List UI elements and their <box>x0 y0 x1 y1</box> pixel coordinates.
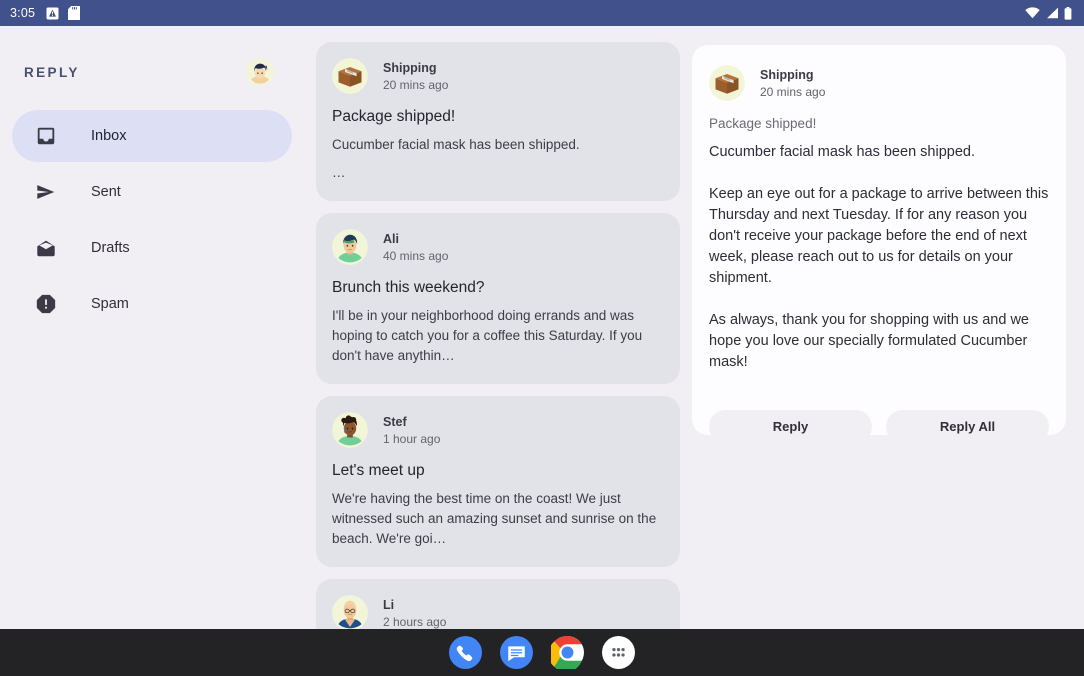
alert-icon <box>46 7 59 19</box>
email-timestamp: 2 hours ago <box>383 614 447 629</box>
email-timestamp: 1 hour ago <box>383 431 441 446</box>
email-header: Ali 40 mins ago <box>332 229 664 265</box>
email-preview: We're having the best time on the coast!… <box>332 491 657 546</box>
email-detail-subject: Package shipped! <box>709 116 817 131</box>
package-avatar <box>709 65 745 101</box>
status-bar-system-icons <box>1025 6 1076 20</box>
ali-avatar <box>332 229 368 265</box>
battery-icon <box>1064 6 1072 20</box>
reply-all-button[interactable]: Reply All <box>886 410 1049 443</box>
email-list-item[interactable]: Li 2 hours ago Road trip Thought we migh… <box>316 579 680 629</box>
app-brand-title: REPLY <box>24 64 80 80</box>
email-list[interactable]: Shipping 20 mins ago Package shipped! Cu… <box>304 26 692 629</box>
email-sender: Stef <box>383 414 407 429</box>
sidebar-item-spam[interactable]: Spam <box>12 278 292 330</box>
sidebar-item-label: Inbox <box>91 128 127 144</box>
email-detail-paragraph: As always, thank you for shopping with u… <box>709 312 1029 370</box>
email-preview: Cucumber facial mask has been shipped. <box>332 137 580 152</box>
package-avatar <box>332 58 368 94</box>
sidebar-item-drafts[interactable]: Drafts <box>12 222 292 274</box>
email-preview: I'll be in your neighborhood doing erran… <box>332 308 643 363</box>
email-detail-pane: Shipping 20 mins ago Package shipped! Cu… <box>692 45 1066 443</box>
email-list-item[interactable]: Stef 1 hour ago Let's meet up We're havi… <box>316 396 680 567</box>
email-detail-meta: Shipping 20 mins ago <box>760 67 825 100</box>
li-avatar <box>332 595 368 629</box>
email-subject: Let's meet up <box>332 462 425 479</box>
email-header: Stef 1 hour ago <box>332 412 664 448</box>
reply-button[interactable]: Reply <box>709 410 872 443</box>
email-subject: Brunch this weekend? <box>332 279 485 296</box>
sidebar-item-label: Sent <box>91 184 121 200</box>
sidebar-item-sent[interactable]: Sent <box>12 166 292 218</box>
sidebar-header: REPLY <box>0 26 304 86</box>
sidebar: REPLY Inbox Sent Drafts Spam <box>0 26 304 629</box>
status-bar: 3:05 <box>0 0 1084 26</box>
app-drawer-icon[interactable] <box>602 636 635 669</box>
email-detail-timestamp: 20 mins ago <box>760 84 826 99</box>
drafts-icon <box>34 236 58 260</box>
sidebar-item-label: Drafts <box>91 240 130 256</box>
email-preview-more: … <box>332 165 346 180</box>
status-bar-clock: 3:05 <box>10 6 36 20</box>
system-dock <box>0 629 1084 676</box>
email-timestamp: 40 mins ago <box>383 248 449 263</box>
sidebar-nav: Inbox Sent Drafts Spam <box>0 110 304 330</box>
email-detail-header: Shipping 20 mins ago <box>709 65 1049 101</box>
email-list-item[interactable]: Ali 40 mins ago Brunch this weekend? I'l… <box>316 213 680 384</box>
email-timestamp: 20 mins ago <box>383 77 449 92</box>
email-meta: Shipping 20 mins ago <box>383 60 448 93</box>
wifi-icon <box>1025 7 1040 19</box>
sd-card-icon <box>68 6 81 20</box>
email-sender: Ali <box>383 231 399 246</box>
email-detail-paragraph: Cucumber facial mask has been shipped. <box>709 144 975 160</box>
sidebar-item-label: Spam <box>91 296 129 312</box>
messages-app-icon[interactable] <box>500 636 533 669</box>
stef-avatar <box>332 412 368 448</box>
email-list-item[interactable]: Shipping 20 mins ago Package shipped! Cu… <box>316 42 680 201</box>
email-detail-sender: Shipping <box>760 67 814 82</box>
email-detail-actions: Reply Reply All <box>709 410 1049 443</box>
email-subject: Package shipped! <box>332 108 456 125</box>
email-header: Shipping 20 mins ago <box>332 58 664 94</box>
email-sender: Li <box>383 597 395 612</box>
inbox-icon <box>34 124 58 148</box>
phone-app-icon[interactable] <box>449 636 482 669</box>
user-avatar[interactable] <box>246 58 274 86</box>
send-icon <box>34 180 58 204</box>
spam-icon <box>34 292 58 316</box>
email-meta: Stef 1 hour ago <box>383 414 440 447</box>
email-header: Li 2 hours ago <box>332 595 664 629</box>
email-sender: Shipping <box>383 60 437 75</box>
chrome-app-icon[interactable] <box>548 635 584 672</box>
status-bar-notification-icons <box>46 6 81 20</box>
signal-icon <box>1047 7 1058 19</box>
screen: 3:05 REPLY Inbox Sent Drafts Spam Shippi… <box>0 0 1084 676</box>
sidebar-item-inbox[interactable]: Inbox <box>12 110 292 162</box>
email-meta: Ali 40 mins ago <box>383 231 448 264</box>
email-meta: Li 2 hours ago <box>383 597 446 630</box>
email-detail-paragraph: Keep an eye out for a package to arrive … <box>709 186 1049 286</box>
